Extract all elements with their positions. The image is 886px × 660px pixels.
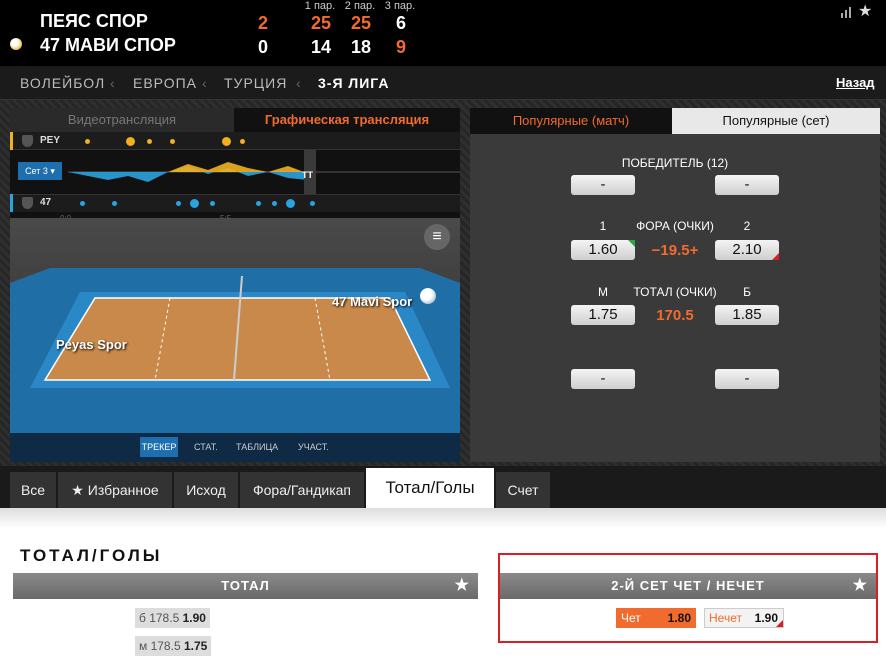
team2-short: 47 (40, 197, 52, 208)
tab-popular-set[interactable]: Популярные (сет) (672, 108, 880, 134)
team1-set1: 25 (310, 13, 332, 33)
odd-down-indicator (772, 253, 779, 260)
total-group-header[interactable]: ТОТАЛ ★ (13, 573, 478, 599)
section-title: ТОТАЛ/ГОЛЫ (20, 546, 163, 565)
breadcrumb-league: 3-Я ЛИГА (318, 75, 390, 91)
scoreboard: 1 пар. 2 пар. 3 пар. ПЕЯС СПОР 47 МАВИ С… (0, 0, 886, 66)
breadcrumb-europe[interactable]: ЕВРОПА (133, 75, 197, 91)
extra-1-odd[interactable]: - (571, 369, 635, 389)
total-under-odd[interactable]: 1.75 (571, 305, 635, 325)
set2-header: 2 пар. (344, 0, 376, 12)
set1-header: 1 пар. (304, 0, 336, 12)
team1-set2: 25 (350, 13, 372, 33)
winner-title: ПОБЕДИТЕЛЬ (12) (621, 156, 729, 170)
tab-table[interactable]: ТАБЛИЦА (236, 442, 278, 452)
court-tabs: ТРЕКЕР СТАТ. ТАБЛИЦА УЧАСТ. (10, 433, 460, 462)
serve-ball-icon (10, 38, 22, 50)
momentum-chart (68, 150, 460, 194)
breadcrumb-turkey[interactable]: ТУРЦИЯ (224, 75, 287, 91)
team1-short: PEY (40, 135, 61, 146)
court-team2-label: 47 Mavi Spor (332, 294, 413, 309)
tab-stats[interactable]: СТАТ. (194, 442, 218, 452)
tab-graphic-stream[interactable]: Графическая трансляция (234, 108, 460, 132)
shield-icon (22, 135, 33, 147)
back-link[interactable]: Назад (836, 75, 875, 90)
tab-outcome[interactable]: Исход (174, 472, 238, 508)
team1-set3: 6 (395, 13, 406, 33)
tab-participants[interactable]: УЧАСТ. (298, 442, 329, 452)
tab-tracker[interactable]: ТРЕКЕР (140, 437, 178, 457)
tracker-tt-label: TT (302, 170, 313, 180)
fora-value: −19.5+ (651, 242, 699, 259)
volleyball-icon (420, 288, 436, 304)
momentum-tracker: PEY 47 Сет 3 ▾ TT (10, 132, 460, 223)
stats-icon[interactable] (840, 6, 852, 18)
total-under-row[interactable]: м 178.5 1.75 (135, 636, 212, 656)
fora-1-odd[interactable]: 1.60 (571, 240, 635, 260)
winner-1-odd[interactable]: - (571, 175, 635, 195)
set-selector[interactable]: Сет 3 ▾ (18, 162, 62, 180)
court-visualization: ≡ 47 Mavi Spor Peyas Spor (10, 218, 460, 433)
breadcrumb-volleyball[interactable]: ВОЛЕЙБОЛ (20, 75, 105, 91)
tab-all[interactable]: Все (10, 472, 56, 508)
market-tabs: Все ★ Избранное Исход Фора/Гандикап Тота… (0, 466, 886, 508)
tab-score[interactable]: Счет (496, 472, 550, 508)
set3-header: 3 пар. (384, 0, 416, 12)
total-value: 170.5 (656, 307, 694, 324)
total-over-row[interactable]: б 178.5 1.90 (135, 608, 210, 628)
tab-popular-match[interactable]: Популярные (матч) (470, 108, 672, 134)
court-team1-label: Peyas Spor (56, 337, 127, 352)
team2-sets-won: 0 (257, 37, 268, 57)
tab-fora[interactable]: Фора/Гандикап (240, 472, 364, 508)
team2-set3: 9 (395, 37, 406, 57)
star-icon[interactable]: ★ (455, 573, 470, 599)
favorite-star-icon[interactable]: ★ (858, 1, 872, 21)
highlight-box (498, 553, 878, 643)
fora-2-odd[interactable]: 2.10 (715, 240, 779, 260)
extra-2-odd[interactable]: - (715, 369, 779, 389)
total-title: ТОТАЛ (ОЧКИ) (633, 285, 717, 299)
tab-favorites[interactable]: ★ Избранное (58, 472, 172, 508)
shield-icon (22, 197, 33, 209)
team1-sets-won: 2 (257, 13, 268, 33)
team2-set2: 18 (350, 37, 372, 57)
popular-odds-panel: Популярные (матч) Популярные (сет) ПОБЕД… (470, 108, 880, 462)
tab-video-stream[interactable]: Видеотрансляция (10, 108, 234, 132)
team2-name: 47 МАВИ СПОР (40, 35, 176, 55)
chevron-left-icon: ‹ (202, 75, 208, 91)
chevron-left-icon: ‹ (110, 75, 116, 91)
live-tracker-panel: Видеотрансляция Графическая трансляция P… (10, 108, 460, 462)
menu-icon[interactable]: ≡ (424, 224, 450, 250)
star-icon: ★ (71, 482, 88, 498)
fora-label-2: 2 (743, 219, 751, 233)
live-stage: Видеотрансляция Графическая трансляция P… (0, 100, 886, 466)
total-over-odd[interactable]: 1.85 (715, 305, 779, 325)
breadcrumb: ВОЛЕЙБОЛ ‹ ЕВРОПА ‹ ТУРЦИЯ ‹ 3-Я ЛИГА На… (0, 66, 886, 100)
team1-name: ПЕЯС СПОР (40, 11, 148, 31)
winner-2-odd[interactable]: - (715, 175, 779, 195)
fora-title: ФОРА (ОЧКИ) (636, 219, 714, 233)
team2-set1: 14 (310, 37, 332, 57)
total-label-b: Б (743, 285, 751, 299)
chevron-left-icon: ‹ (296, 75, 302, 91)
tab-total[interactable]: Тотал/Голы (366, 468, 494, 508)
